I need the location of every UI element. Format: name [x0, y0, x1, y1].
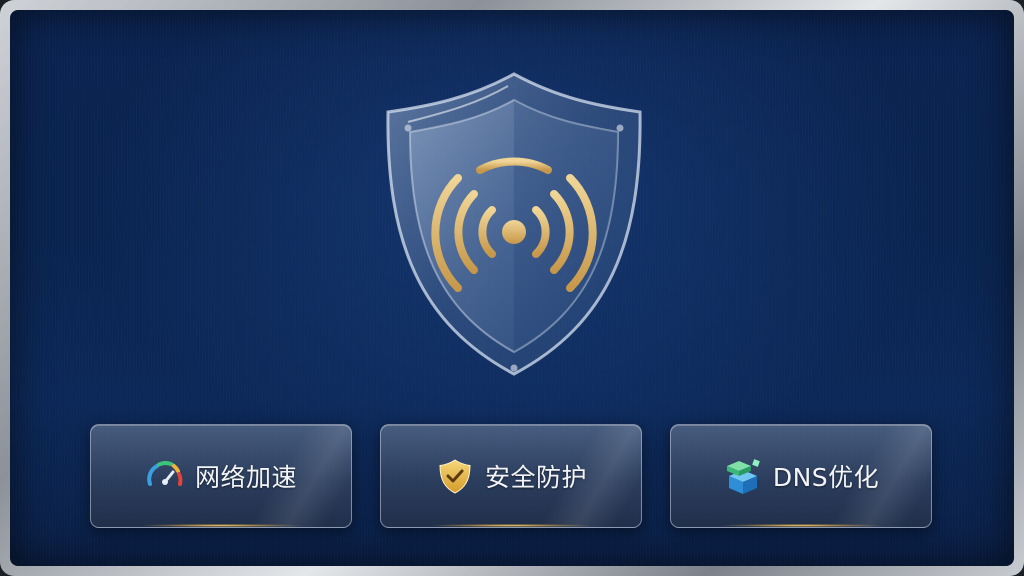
network-acceleration-button[interactable]: 网络加速	[90, 424, 352, 528]
network-acceleration-label: 网络加速	[194, 463, 297, 492]
button-glow	[433, 524, 589, 527]
shield-check-icon	[439, 459, 471, 494]
speedometer-icon	[147, 461, 183, 486]
shield-wifi-icon	[386, 72, 642, 376]
button-glow	[723, 524, 879, 527]
main-screen: 网络加速 安全防护 DNS优化	[10, 10, 1014, 566]
dns-optimization-label: DNS优化	[772, 463, 880, 492]
security-protection-button[interactable]: 安全防护	[380, 424, 642, 528]
dns-optimization-button[interactable]: DNS优化	[670, 424, 932, 528]
security-protection-label: 安全防护	[484, 463, 587, 492]
action-buttons: 网络加速 安全防护 DNS优化	[90, 424, 934, 530]
device-frame: 网络加速 安全防护 DNS优化	[0, 0, 1024, 576]
button-glow	[143, 524, 299, 527]
cube-blocks-icon	[726, 459, 760, 494]
